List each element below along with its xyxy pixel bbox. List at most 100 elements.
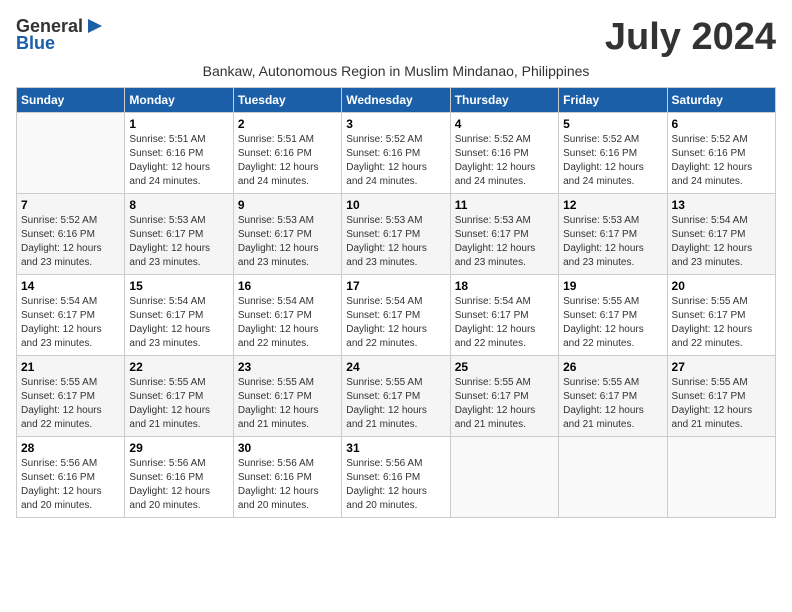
- calendar-day-cell: 7 Sunrise: 5:52 AM Sunset: 6:16 PM Daylig…: [17, 194, 125, 275]
- calendar-day-cell: 28 Sunrise: 5:56 AM Sunset: 6:16 PM Dayli…: [17, 437, 125, 518]
- calendar-week-row: 21 Sunrise: 5:55 AM Sunset: 6:17 PM Dayli…: [17, 356, 776, 437]
- calendar-day-cell: 9 Sunrise: 5:53 AM Sunset: 6:17 PM Daylig…: [233, 194, 341, 275]
- day-info: Sunrise: 5:54 AM Sunset: 6:17 PM Dayligh…: [346, 295, 445, 351]
- calendar-day-cell: 16Sunrise: 5:54 AM Sunset: 6:17 PM Dayli…: [233, 275, 341, 356]
- day-number: 17: [346, 279, 445, 293]
- day-info: Sunrise: 5:52 AM Sunset: 6:16 PM Dayligh…: [455, 133, 554, 189]
- calendar-day-cell: [667, 437, 775, 518]
- calendar-day-header: Tuesday: [233, 88, 341, 113]
- day-number: 4: [455, 117, 554, 131]
- calendar-day-cell: 19Sunrise: 5:55 AM Sunset: 6:17 PM Dayli…: [559, 275, 667, 356]
- calendar-day-cell: 12Sunrise: 5:53 AM Sunset: 6:17 PM Dayli…: [559, 194, 667, 275]
- day-number: 21: [21, 360, 120, 374]
- calendar-day-cell: 25 Sunrise: 5:55 AM Sunset: 6:17 PM Dayli…: [450, 356, 558, 437]
- day-info: Sunrise: 5:56 AM Sunset: 6:16 PM Dayligh…: [238, 457, 337, 513]
- day-number: 26: [563, 360, 662, 374]
- day-number: 28: [21, 441, 120, 455]
- day-info: Sunrise: 5:55 AM Sunset: 6:17 PM Dayligh…: [455, 376, 554, 432]
- calendar-table: SundayMondayTuesdayWednesdayThursdayFrid…: [16, 87, 776, 518]
- calendar-day-cell: 22 Sunrise: 5:55 AM Sunset: 6:17 PM Dayli…: [125, 356, 233, 437]
- day-info: Sunrise: 5:53 AM Sunset: 6:17 PM Dayligh…: [346, 214, 445, 270]
- calendar-body: 1 Sunrise: 5:51 AM Sunset: 6:16 PM Daylig…: [17, 113, 776, 518]
- calendar-day-header: Friday: [559, 88, 667, 113]
- calendar-day-cell: 31Sunrise: 5:56 AM Sunset: 6:16 PM Dayli…: [342, 437, 450, 518]
- calendar-day-cell: 27Sunrise: 5:55 AM Sunset: 6:17 PM Dayli…: [667, 356, 775, 437]
- month-title: July 2024: [605, 16, 776, 59]
- day-number: 18: [455, 279, 554, 293]
- day-number: 29: [129, 441, 228, 455]
- day-info: Sunrise: 5:56 AM Sunset: 6:16 PM Dayligh…: [346, 457, 445, 513]
- day-info: Sunrise: 5:55 AM Sunset: 6:17 PM Dayligh…: [346, 376, 445, 432]
- calendar-day-cell: 30Sunrise: 5:56 AM Sunset: 6:16 PM Dayli…: [233, 437, 341, 518]
- calendar-day-header: Saturday: [667, 88, 775, 113]
- day-info: Sunrise: 5:56 AM Sunset: 6:16 PM Dayligh…: [21, 457, 120, 513]
- calendar-day-cell: 29 Sunrise: 5:56 AM Sunset: 6:16 PM Dayli…: [125, 437, 233, 518]
- day-number: 16: [238, 279, 337, 293]
- calendar-day-cell: 24 Sunrise: 5:55 AM Sunset: 6:17 PM Dayli…: [342, 356, 450, 437]
- day-number: 23: [238, 360, 337, 374]
- calendar-day-cell: 17 Sunrise: 5:54 AM Sunset: 6:17 PM Dayli…: [342, 275, 450, 356]
- day-number: 14: [21, 279, 120, 293]
- day-number: 11: [455, 198, 554, 212]
- day-info: Sunrise: 5:55 AM Sunset: 6:17 PM Dayligh…: [129, 376, 228, 432]
- day-info: Sunrise: 5:52 AM Sunset: 6:16 PM Dayligh…: [21, 214, 120, 270]
- calendar-day-header: Sunday: [17, 88, 125, 113]
- day-info: Sunrise: 5:55 AM Sunset: 6:17 PM Dayligh…: [21, 376, 120, 432]
- day-info: Sunrise: 5:52 AM Sunset: 6:16 PM Dayligh…: [563, 133, 662, 189]
- day-number: 24: [346, 360, 445, 374]
- day-info: Sunrise: 5:53 AM Sunset: 6:17 PM Dayligh…: [238, 214, 337, 270]
- calendar-day-cell: 5 Sunrise: 5:52 AM Sunset: 6:16 PM Daylig…: [559, 113, 667, 194]
- calendar-week-row: 1 Sunrise: 5:51 AM Sunset: 6:16 PM Daylig…: [17, 113, 776, 194]
- day-info: Sunrise: 5:56 AM Sunset: 6:16 PM Dayligh…: [129, 457, 228, 513]
- calendar-subtitle: Bankaw, Autonomous Region in Muslim Mind…: [16, 63, 776, 79]
- calendar-day-cell: 6Sunrise: 5:52 AM Sunset: 6:16 PM Daylig…: [667, 113, 775, 194]
- day-number: 13: [672, 198, 771, 212]
- calendar-day-cell: 20 Sunrise: 5:55 AM Sunset: 6:17 PM Dayli…: [667, 275, 775, 356]
- day-number: 25: [455, 360, 554, 374]
- day-number: 12: [563, 198, 662, 212]
- day-info: Sunrise: 5:54 AM Sunset: 6:17 PM Dayligh…: [455, 295, 554, 351]
- day-number: 9: [238, 198, 337, 212]
- page-header: General Blue July 2024: [16, 16, 776, 59]
- day-info: Sunrise: 5:54 AM Sunset: 6:17 PM Dayligh…: [672, 214, 771, 270]
- calendar-day-cell: 1 Sunrise: 5:51 AM Sunset: 6:16 PM Daylig…: [125, 113, 233, 194]
- day-info: Sunrise: 5:55 AM Sunset: 6:17 PM Dayligh…: [672, 295, 771, 351]
- calendar-day-cell: [559, 437, 667, 518]
- day-info: Sunrise: 5:51 AM Sunset: 6:16 PM Dayligh…: [129, 133, 228, 189]
- day-info: Sunrise: 5:51 AM Sunset: 6:16 PM Dayligh…: [238, 133, 337, 189]
- day-info: Sunrise: 5:55 AM Sunset: 6:17 PM Dayligh…: [672, 376, 771, 432]
- day-info: Sunrise: 5:55 AM Sunset: 6:17 PM Dayligh…: [238, 376, 337, 432]
- calendar-week-row: 7 Sunrise: 5:52 AM Sunset: 6:16 PM Daylig…: [17, 194, 776, 275]
- day-number: 3: [346, 117, 445, 131]
- calendar-day-cell: 23 Sunrise: 5:55 AM Sunset: 6:17 PM Dayli…: [233, 356, 341, 437]
- calendar-day-cell: 4 Sunrise: 5:52 AM Sunset: 6:16 PM Daylig…: [450, 113, 558, 194]
- logo-triangle-icon: [84, 17, 102, 35]
- day-number: 2: [238, 117, 337, 131]
- calendar-day-cell: [17, 113, 125, 194]
- calendar-day-cell: 10Sunrise: 5:53 AM Sunset: 6:17 PM Dayli…: [342, 194, 450, 275]
- calendar-day-cell: 13 Sunrise: 5:54 AM Sunset: 6:17 PM Dayli…: [667, 194, 775, 275]
- day-info: Sunrise: 5:55 AM Sunset: 6:17 PM Dayligh…: [563, 376, 662, 432]
- calendar-day-cell: 15 Sunrise: 5:54 AM Sunset: 6:17 PM Dayli…: [125, 275, 233, 356]
- calendar-day-cell: 2 Sunrise: 5:51 AM Sunset: 6:16 PM Daylig…: [233, 113, 341, 194]
- day-number: 7: [21, 198, 120, 212]
- day-number: 6: [672, 117, 771, 131]
- day-number: 15: [129, 279, 228, 293]
- calendar-day-cell: 14Sunrise: 5:54 AM Sunset: 6:17 PM Dayli…: [17, 275, 125, 356]
- day-number: 20: [672, 279, 771, 293]
- calendar-header-row: SundayMondayTuesdayWednesdayThursdayFrid…: [17, 88, 776, 113]
- day-info: Sunrise: 5:54 AM Sunset: 6:17 PM Dayligh…: [129, 295, 228, 351]
- calendar-day-header: Thursday: [450, 88, 558, 113]
- logo-blue-text: Blue: [16, 33, 55, 54]
- logo: General Blue: [16, 16, 102, 54]
- day-number: 1: [129, 117, 228, 131]
- day-number: 8: [129, 198, 228, 212]
- calendar-day-cell: [450, 437, 558, 518]
- day-number: 5: [563, 117, 662, 131]
- day-info: Sunrise: 5:53 AM Sunset: 6:17 PM Dayligh…: [129, 214, 228, 270]
- day-info: Sunrise: 5:52 AM Sunset: 6:16 PM Dayligh…: [346, 133, 445, 189]
- calendar-day-header: Wednesday: [342, 88, 450, 113]
- day-number: 22: [129, 360, 228, 374]
- calendar-day-cell: 8 Sunrise: 5:53 AM Sunset: 6:17 PM Daylig…: [125, 194, 233, 275]
- day-number: 19: [563, 279, 662, 293]
